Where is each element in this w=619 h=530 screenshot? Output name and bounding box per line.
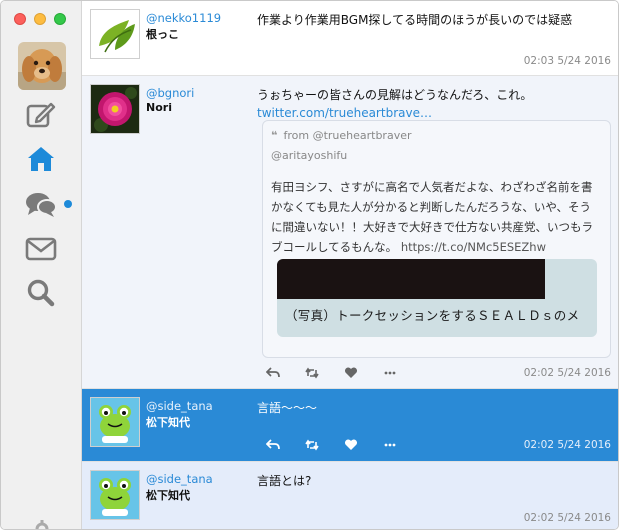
compose-icon[interactable] [23,99,59,131]
tweet-handle[interactable]: @side_tana [146,472,213,486]
media-photo [277,259,545,299]
more-icon[interactable] [379,437,418,453]
tweet-timestamp: 02:02 5/24 2016 [523,439,611,451]
tweet-display-name[interactable]: 松下知代 [146,487,190,503]
chat-icon[interactable] [23,189,59,221]
tweet-actions [262,365,418,381]
window-minimize-button[interactable] [34,13,46,25]
window-close-button[interactable] [14,13,26,25]
more-icon[interactable] [379,365,418,381]
media-caption: （写真）トークセッションをするＳＥＡＬＤｓのメ [285,308,580,323]
quote-link[interactable]: https://t.co/NMc5ESEZhw [401,240,546,254]
mail-icon[interactable] [23,233,59,265]
tweet-display-name[interactable]: 松下知代 [146,414,190,430]
unread-indicator [64,200,72,208]
user-avatar[interactable] [90,9,140,59]
quote-source: ❝ from @trueheartbraver [271,129,412,142]
tweet-text: 作業より作業用BGM探してる時間のほうが長いのでは疑惑 [257,13,573,27]
app-window: @nekko1119 根っこ 作業より作業用BGM探してる時間のほうが長いのでは… [0,0,619,530]
tweet-actions [262,437,418,453]
window-maximize-button[interactable] [54,13,66,25]
tweet-text-body: うぉちゃーの皆さんの見解はどうなんだろ、これ。 [257,88,533,102]
quote-handle[interactable]: @aritayoshifu [271,149,347,162]
quote-icon: ❝ [271,129,278,142]
retweet-icon[interactable] [301,365,340,381]
tweet-timestamp: 02:02 5/24 2016 [523,367,611,379]
tweet[interactable]: @bgnori Nori うぉちゃーの皆さんの見解はどうなんだろ、これ。 twi… [82,76,618,389]
reply-icon[interactable] [262,437,301,453]
quote-media[interactable]: （写真）トークセッションをするＳＥＡＬＤｓのメ [277,259,597,337]
home-icon[interactable] [23,143,59,175]
tweet-handle[interactable]: @side_tana [146,399,213,413]
tweet-timestamp: 02:03 5/24 2016 [523,55,611,67]
tweet-display-name[interactable]: 根っこ [146,26,179,42]
quoted-tweet[interactable]: ❝ from @trueheartbraver @aritayoshifu 有田ヨ… [262,120,611,358]
tweet-text: 言語〜〜〜 [257,401,318,415]
quote-text: 有田ヨシフ、さすがに高名で人気者だよな、わざわざ名前を書かなくても見た人が分かる… [271,177,601,257]
user-avatar[interactable] [90,84,140,134]
tweet-text: うぉちゃーの皆さんの見解はどうなんだろ、これ。 twitter.com/true… [257,86,612,122]
reply-icon[interactable] [262,365,301,381]
tweet-handle[interactable]: @nekko1119 [146,11,221,25]
tweet[interactable]: @side_tana 松下知代 言語とは? 02:02 5/24 2016 [82,462,618,529]
sidebar [1,1,82,529]
search-icon[interactable] [23,277,59,309]
user-avatar[interactable] [90,397,140,447]
tweet-selected[interactable]: @side_tana 松下知代 言語〜〜〜 02:02 5/24 2016 [82,389,618,462]
settings-icon[interactable] [31,518,53,529]
tweet-text: 言語とは? [257,474,312,488]
user-avatar[interactable] [90,470,140,520]
retweet-icon[interactable] [301,437,340,453]
account-avatar[interactable] [18,42,66,90]
tweet-timestamp: 02:02 5/24 2016 [523,512,611,524]
tweet-link[interactable]: twitter.com/trueheartbrave… [257,106,432,120]
tweet-display-name[interactable]: Nori [146,101,172,114]
like-icon[interactable] [340,365,379,381]
tweet-handle[interactable]: @bgnori [146,86,194,100]
quote-from-label: from @trueheartbraver [283,129,412,142]
timeline: @nekko1119 根っこ 作業より作業用BGM探してる時間のほうが長いのでは… [82,1,618,529]
tweet[interactable]: @nekko1119 根っこ 作業より作業用BGM探してる時間のほうが長いのでは… [82,1,618,76]
like-icon[interactable] [340,437,379,453]
